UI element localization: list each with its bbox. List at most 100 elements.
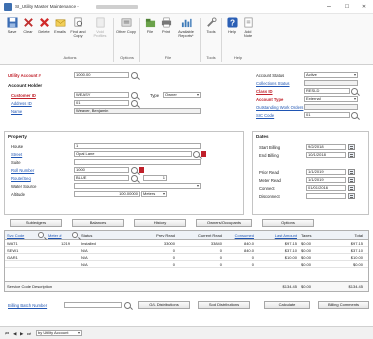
prior-read-field[interactable]: 1/1/2019: [306, 169, 346, 176]
roll-lookup-icon[interactable]: [131, 167, 138, 174]
address-id-field[interactable]: 01: [74, 100, 129, 107]
last-record-button[interactable]: ⏭: [27, 331, 31, 336]
add-note-button[interactable]: Add Note: [240, 17, 256, 39]
find-copy-button[interactable]: Find and Copy: [68, 17, 88, 39]
prev-read-cell[interactable]: 0: [135, 247, 175, 254]
street-link[interactable]: Street: [11, 152, 22, 157]
meter-cell[interactable]: 1219: [48, 240, 70, 247]
col-last-amount[interactable]: Last Amount: [257, 232, 297, 239]
close-button[interactable]: ✕: [357, 2, 371, 12]
billing-batch-number-link[interactable]: Billing Batch Number: [8, 303, 47, 308]
collections-status-link[interactable]: Collections Status: [256, 81, 290, 86]
route-seq-link[interactable]: Route/Seq: [11, 176, 31, 181]
billing-comments-button[interactable]: Billing Comments: [318, 301, 369, 309]
outstanding-work-orders-link[interactable]: Outstanding Work Orders: [256, 105, 303, 110]
service-row[interactable]: GAR1 N/A 0 0 0 $10.00 $0.00 $10.00: [5, 254, 368, 261]
class-id-field[interactable]: RESLD: [304, 88, 350, 95]
disconnect-calendar-icon[interactable]: [348, 193, 355, 200]
service-row[interactable]: SEW1 N/A 0 0 840.0 $37.10 $0.00 $37.10: [5, 247, 368, 254]
water-source-select[interactable]: [74, 183, 201, 190]
end-billing-field[interactable]: 10/1/2018: [306, 152, 346, 159]
status-cell[interactable]: N/A: [81, 254, 111, 261]
calculate-button[interactable]: Calculate: [264, 301, 310, 309]
delete-button[interactable]: Delete: [36, 17, 52, 34]
start-billing-field[interactable]: 9/2/2018: [306, 144, 346, 151]
class-id-link[interactable]: Class ID: [256, 89, 273, 94]
altitude-unit-select[interactable]: Meters: [141, 191, 167, 198]
status-cell[interactable]: N/A: [81, 247, 111, 254]
maximize-button[interactable]: ☐: [340, 2, 354, 12]
prev-read-cell[interactable]: 0: [135, 254, 175, 261]
print-button[interactable]: Print: [158, 17, 174, 34]
current-read-cell[interactable]: 0: [177, 254, 222, 261]
service-row[interactable]: WAT1 1219 Installed 33000 33840 840.0 $9…: [5, 240, 368, 247]
prior-read-calendar-icon[interactable]: [348, 169, 355, 176]
roll-map-icon[interactable]: [139, 167, 144, 173]
help-button[interactable]: ? Help: [224, 17, 240, 34]
batch-lookup-icon[interactable]: [124, 302, 131, 309]
end-billing-calendar-icon[interactable]: [348, 152, 355, 159]
connect-calendar-icon[interactable]: [348, 185, 355, 192]
billing-batch-number-field[interactable]: [64, 302, 122, 309]
next-record-button[interactable]: ▶: [20, 331, 23, 337]
meter-read-calendar-icon[interactable]: [348, 177, 355, 184]
svc-code-cell[interactable]: SEW1: [7, 247, 35, 254]
void-profiles-button[interactable]: Void Profiles: [90, 17, 110, 39]
sod-distributions-button[interactable]: Sod Distributions: [198, 301, 250, 309]
options-button[interactable]: Options: [262, 219, 314, 227]
sic-lookup-icon[interactable]: [351, 112, 358, 119]
account-number-field[interactable]: 1000.00: [74, 72, 129, 79]
customer-id-field[interactable]: WEASY: [74, 92, 129, 99]
prev-read-cell[interactable]: 33000: [135, 240, 175, 247]
status-cell[interactable]: N/A: [81, 261, 111, 268]
roll-number-link[interactable]: Roll Number: [11, 168, 34, 173]
emails-button[interactable]: Emails: [52, 17, 68, 34]
previous-record-button[interactable]: ◀: [13, 331, 16, 337]
service-row[interactable]: N/A 0 0 0 $0.00 $0.00: [5, 261, 368, 268]
connect-field[interactable]: 01/01/2016: [306, 185, 346, 192]
meter-lookup-icon[interactable]: [72, 232, 78, 238]
prev-read-cell[interactable]: 0: [135, 261, 175, 268]
route-field[interactable]: BLUE: [74, 175, 129, 182]
account-lookup-icon[interactable]: [131, 72, 138, 79]
subledgers-button[interactable]: Subledgers: [10, 219, 62, 227]
street-map-icon[interactable]: [201, 151, 206, 157]
other-button[interactable]: Other Copy: [116, 17, 136, 34]
customer-id-link[interactable]: Customer ID: [11, 93, 36, 98]
address-id-link[interactable]: Address ID: [11, 101, 32, 106]
account-type-select[interactable]: External: [304, 96, 358, 103]
name-link[interactable]: Name: [11, 109, 22, 114]
sic-code-link[interactable]: SIC Code: [256, 113, 274, 118]
balances-button[interactable]: Balances: [72, 219, 124, 227]
col-meter[interactable]: Meter #: [48, 232, 70, 239]
roll-number-field[interactable]: 1000: [74, 167, 129, 174]
holder-type-select[interactable]: Owner: [163, 92, 201, 99]
address-lookup-icon[interactable]: [131, 100, 138, 107]
current-read-cell[interactable]: 0: [177, 247, 222, 254]
gl-distributions-button[interactable]: G/L Distributions: [138, 301, 190, 309]
meter-read-field[interactable]: 1/1/2019: [306, 177, 346, 184]
sort-order-select[interactable]: by Utility Account: [36, 330, 82, 337]
clear-button[interactable]: Clear: [20, 17, 36, 34]
history-button[interactable]: History: [134, 219, 186, 227]
house-field[interactable]: 1: [74, 143, 201, 150]
svc-lookup-icon[interactable]: [38, 232, 44, 238]
customer-lookup-icon[interactable]: [131, 92, 138, 99]
start-billing-calendar-icon[interactable]: [348, 144, 355, 151]
sequence-field[interactable]: 1: [143, 175, 167, 182]
col-consumed[interactable]: Consumed: [224, 232, 254, 239]
street-field[interactable]: Opal Lane: [74, 151, 192, 158]
file-button[interactable]: File: [142, 17, 158, 34]
first-record-button[interactable]: ⏮: [5, 331, 9, 336]
save-button[interactable]: Save: [4, 17, 20, 34]
route-lookup-icon[interactable]: [131, 175, 138, 182]
tools-button[interactable]: Tools: [203, 17, 219, 34]
status-cell[interactable]: Installed: [81, 240, 111, 247]
class-lookup-icon[interactable]: [351, 88, 358, 95]
current-read-cell[interactable]: 33840: [177, 240, 222, 247]
available-reports-button[interactable]: Available Reports*: [174, 17, 198, 39]
svc-code-cell[interactable]: GAR1: [7, 254, 35, 261]
suite-field[interactable]: [74, 159, 201, 166]
col-svc-code[interactable]: Svc Code: [7, 232, 35, 239]
current-read-cell[interactable]: 0: [177, 261, 222, 268]
